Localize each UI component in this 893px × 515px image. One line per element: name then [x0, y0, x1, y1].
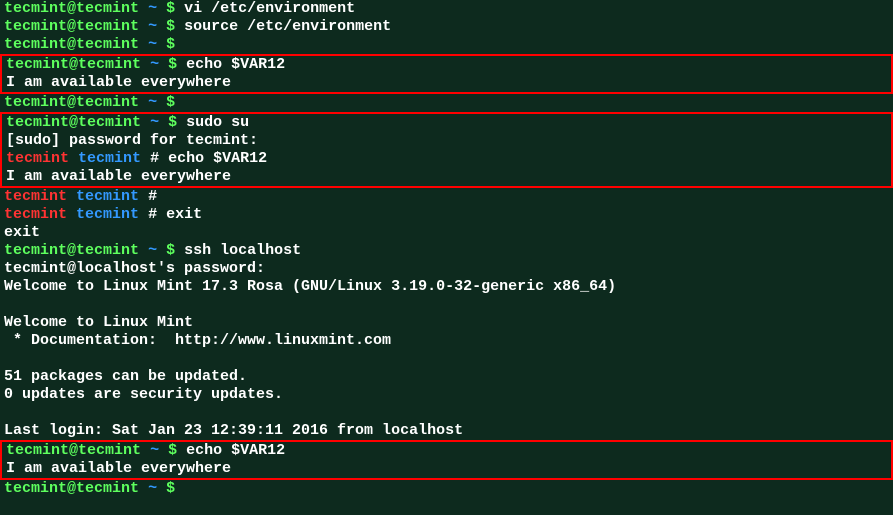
prompt-host-root: tecmint: [78, 150, 141, 167]
blank-line: [0, 350, 893, 368]
command-text: sudo su: [186, 114, 249, 131]
terminal-output: Last login: Sat Jan 23 12:39:11 2016 fro…: [0, 422, 893, 440]
terminal-line: tecmint@tecmint ~ $ echo $VAR12: [2, 442, 891, 460]
terminal-output: 0 updates are security updates.: [0, 386, 893, 404]
command-text: echo $VAR12: [186, 56, 285, 73]
terminal-output: [sudo] password for tecmint:: [2, 132, 891, 150]
blank-line: [0, 404, 893, 422]
terminal-line: tecmint@tecmint ~ $ ssh localhost: [0, 242, 893, 260]
prompt-user: tecmint: [4, 0, 67, 17]
command-text: echo $VAR12: [186, 442, 285, 459]
command-text: source /etc/environment: [184, 18, 391, 35]
command-text: exit: [166, 206, 202, 223]
highlight-box-3: tecmint@tecmint ~ $ echo $VAR12 I am ava…: [0, 440, 893, 480]
terminal-line: tecmint@tecmint ~ $ vi /etc/environment: [0, 0, 893, 18]
command-text: ssh localhost: [184, 242, 301, 259]
terminal-output: exit: [0, 224, 893, 242]
highlight-box-2: tecmint@tecmint ~ $ sudo su [sudo] passw…: [0, 112, 893, 188]
terminal-line: tecmint@tecmint ~ $: [0, 480, 893, 498]
prompt-path: ~: [148, 0, 157, 17]
terminal-output: I am available everywhere: [2, 168, 891, 186]
terminal-output: I am available everywhere: [2, 74, 891, 92]
terminal-line: tecmint tecmint # echo $VAR12: [2, 150, 891, 168]
terminal-line: tecmint@tecmint ~ $ echo $VAR12: [2, 56, 891, 74]
terminal-output: 51 packages can be updated.: [0, 368, 893, 386]
command-text: echo $VAR12: [168, 150, 267, 167]
terminal-output: * Documentation: http://www.linuxmint.co…: [0, 332, 893, 350]
terminal-output: I am available everywhere: [2, 460, 891, 478]
command-text: vi /etc/environment: [184, 0, 355, 17]
highlight-box-1: tecmint@tecmint ~ $ echo $VAR12 I am ava…: [0, 54, 893, 94]
terminal-output: tecmint@localhost's password:: [0, 260, 893, 278]
terminal-line: tecmint tecmint #: [0, 188, 893, 206]
terminal-output: Welcome to Linux Mint 17.3 Rosa (GNU/Lin…: [0, 278, 893, 296]
blank-line: [0, 296, 893, 314]
prompt-host: tecmint: [76, 0, 139, 17]
terminal-line: tecmint@tecmint ~ $ sudo su: [2, 114, 891, 132]
terminal-output: Welcome to Linux Mint: [0, 314, 893, 332]
terminal-line: tecmint tecmint # exit: [0, 206, 893, 224]
terminal-line: tecmint@tecmint ~ $: [0, 94, 893, 112]
prompt-user-root: tecmint: [6, 150, 69, 167]
terminal-line: tecmint@tecmint ~ $ source /etc/environm…: [0, 18, 893, 36]
terminal-line: tecmint@tecmint ~ $: [0, 36, 893, 54]
